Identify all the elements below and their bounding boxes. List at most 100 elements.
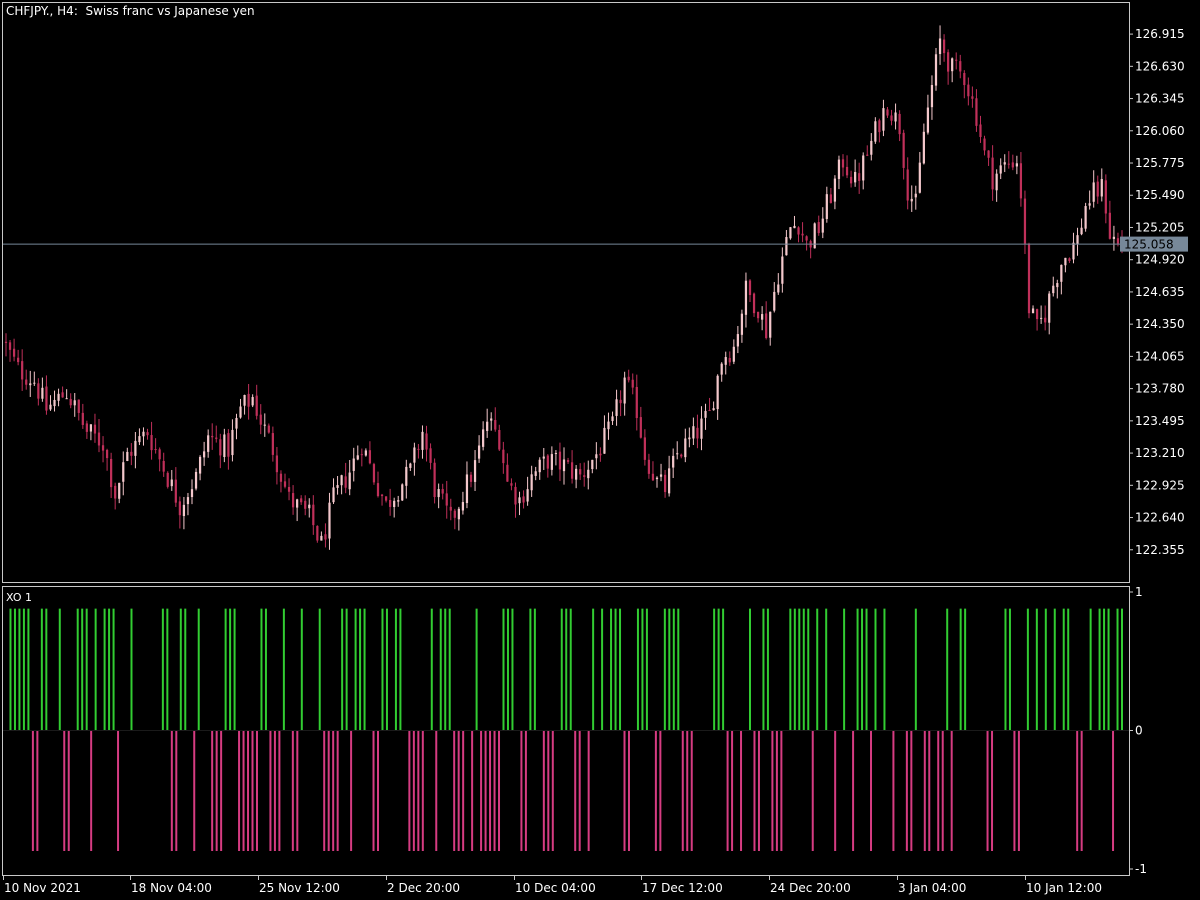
candle-body xyxy=(983,138,986,151)
candle-body xyxy=(223,434,226,458)
candle-body xyxy=(910,198,913,202)
candle-body xyxy=(316,525,319,541)
candle-body xyxy=(566,460,570,462)
candle-body xyxy=(4,341,8,343)
candle-body xyxy=(1112,236,1116,239)
candle-body xyxy=(73,400,76,406)
candle-body xyxy=(198,456,202,474)
candle-body xyxy=(1068,258,1071,262)
candle-body xyxy=(352,458,355,471)
candle-body xyxy=(486,421,489,431)
candle-body xyxy=(494,420,497,430)
candle-body xyxy=(938,38,942,55)
candle-body xyxy=(684,438,687,458)
candle-body xyxy=(1096,181,1099,197)
candle-body xyxy=(243,395,246,406)
candle-body xyxy=(490,418,493,421)
candle-body xyxy=(457,508,460,520)
candle-body xyxy=(421,431,424,450)
candle-body xyxy=(801,233,804,236)
candle-body xyxy=(987,150,990,158)
candle-body xyxy=(259,414,262,425)
candle-body xyxy=(963,73,966,86)
candle-body xyxy=(647,459,651,474)
candle-body xyxy=(37,383,40,399)
candle-body xyxy=(510,483,513,486)
candle-body xyxy=(959,61,962,72)
candle-body xyxy=(1040,317,1043,319)
candle-body xyxy=(506,464,509,482)
candle-body xyxy=(870,140,873,155)
price-tick-label: 124.350 xyxy=(1135,317,1185,331)
candle-body xyxy=(692,426,695,439)
price-tick-label: 123.495 xyxy=(1135,414,1185,428)
candle-body xyxy=(902,132,905,168)
candle-body xyxy=(914,193,917,198)
candle-body xyxy=(308,504,311,509)
candle-body xyxy=(761,314,764,320)
candle-body xyxy=(304,500,307,509)
candle-body xyxy=(942,39,946,54)
candle-body xyxy=(1072,242,1075,260)
candle-body xyxy=(482,429,485,447)
candle-body xyxy=(85,423,88,432)
candle-body xyxy=(413,447,416,463)
candle-body xyxy=(898,113,901,135)
price-tick-label: 124.065 xyxy=(1135,349,1185,363)
candle-body xyxy=(805,236,808,241)
price-tick-label: 122.925 xyxy=(1135,478,1185,492)
candle-body xyxy=(372,464,376,483)
candle-body xyxy=(930,85,934,108)
candle-body xyxy=(405,466,408,486)
candle-body xyxy=(562,459,566,472)
candle-body xyxy=(785,237,788,256)
candle-body xyxy=(773,291,776,311)
candle-body xyxy=(267,425,270,433)
candle-body xyxy=(696,427,699,439)
candle-body xyxy=(639,417,642,438)
candle-body xyxy=(740,313,744,335)
candle-body xyxy=(1092,182,1095,202)
candle-body xyxy=(283,481,287,487)
price-tick-label: 125.775 xyxy=(1135,156,1185,170)
candle-body xyxy=(825,194,828,219)
candle-body xyxy=(700,418,703,439)
chart-canvas: 126.915 126.630 126.345 126.060 125.775 125.4… xyxy=(0,0,1200,900)
candle-body xyxy=(712,408,715,411)
indicator-tick-label: -1 xyxy=(1135,862,1147,876)
candle-body xyxy=(995,173,998,191)
candle-body xyxy=(77,399,80,413)
candle-body xyxy=(934,54,938,86)
candle-body xyxy=(138,436,141,443)
candle-body xyxy=(1023,198,1027,244)
candle-body xyxy=(296,499,299,508)
date-tick-label: 10 Dec 04:00 xyxy=(515,881,596,895)
candle-body xyxy=(676,453,679,455)
candle-body xyxy=(862,155,865,181)
candle-body xyxy=(162,460,165,472)
candle-body xyxy=(704,410,707,418)
candle-body xyxy=(603,427,606,454)
candle-body xyxy=(1035,309,1039,320)
price-tick-label: 125.205 xyxy=(1135,220,1185,234)
candle-body xyxy=(756,311,760,319)
candle-body xyxy=(866,154,869,156)
candle-body xyxy=(1100,179,1103,197)
candle-body xyxy=(368,450,372,464)
candle-body xyxy=(166,472,169,487)
candle-body xyxy=(146,432,149,436)
price-tick-label: 126.915 xyxy=(1135,27,1185,41)
candle-body xyxy=(526,489,529,502)
date-tick-label: 10 Jan 12:00 xyxy=(1026,881,1102,895)
candle-body xyxy=(203,451,206,458)
candle-body xyxy=(174,479,177,503)
candle-body xyxy=(449,506,452,511)
candle-body xyxy=(130,451,133,456)
candle-body xyxy=(882,108,885,131)
candle-body xyxy=(25,379,28,385)
candle-body xyxy=(744,280,748,315)
candle-body xyxy=(134,440,137,456)
candle-body xyxy=(45,386,48,411)
candle-body xyxy=(752,293,756,314)
candle-body xyxy=(247,393,250,407)
